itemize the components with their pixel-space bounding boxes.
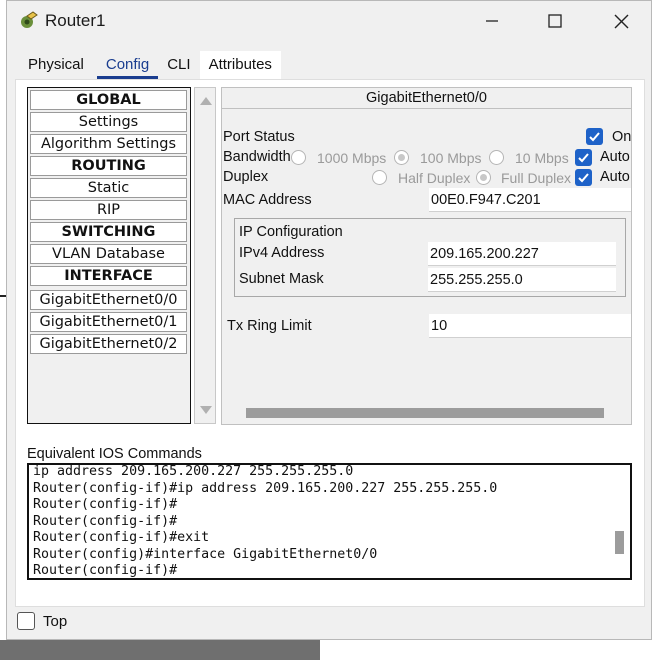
bandwidth-1000-label: 1000 Mbps bbox=[317, 150, 387, 166]
bandwidth-1000-radio[interactable] bbox=[291, 150, 306, 165]
router-window: Router1 Physical Config CLI Attributes G… bbox=[6, 0, 652, 640]
config-sidebar: GLOBAL Settings Algorithm Settings ROUTI… bbox=[27, 87, 191, 424]
ip-configuration-label: IP Configuration bbox=[239, 224, 343, 240]
tab-attributes[interactable]: Attributes bbox=[199, 51, 281, 79]
nav-item-gigabitethernet0-2[interactable]: GigabitEthernet0/2 bbox=[30, 334, 187, 354]
nav-item-gigabitethernet0-1[interactable]: GigabitEthernet0/1 bbox=[30, 312, 187, 332]
bandwidth-100-radio[interactable] bbox=[394, 150, 409, 165]
ipv4-address-label: IPv4 Address bbox=[239, 245, 325, 261]
checkmark-icon bbox=[578, 153, 589, 163]
interface-title: GigabitEthernet0/0 bbox=[222, 88, 631, 109]
bandwidth-100-label: 100 Mbps bbox=[420, 150, 482, 166]
full-duplex-radio[interactable] bbox=[476, 170, 491, 185]
scroll-up-icon[interactable] bbox=[200, 97, 212, 105]
window-title: Router1 bbox=[45, 11, 106, 30]
minimize-icon bbox=[486, 20, 498, 22]
nav-item-settings[interactable]: Settings bbox=[30, 112, 187, 132]
sidebar-scrollbar[interactable] bbox=[194, 87, 216, 424]
bandwidth-auto-label: Auto bbox=[600, 149, 630, 165]
horizontal-scrollbar-thumb[interactable] bbox=[246, 408, 604, 418]
bandwidth-label: Bandwidth bbox=[223, 149, 291, 165]
checkmark-icon bbox=[589, 132, 600, 142]
top-checkbox[interactable] bbox=[17, 612, 35, 630]
ios-commands-label: Equivalent IOS Commands bbox=[27, 446, 202, 462]
nav-header-switching: SWITCHING bbox=[30, 222, 187, 242]
half-duplex-label: Half Duplex bbox=[398, 170, 471, 186]
console-line: ip address 209.165.200.227 255.255.255.0 bbox=[33, 464, 354, 479]
console-scrollbar-thumb[interactable] bbox=[615, 531, 624, 554]
port-status-checkbox[interactable] bbox=[586, 128, 603, 145]
router-app-icon bbox=[21, 11, 38, 28]
maximize-icon bbox=[548, 14, 562, 28]
tab-physical[interactable]: Physical bbox=[19, 51, 93, 79]
ios-commands-console[interactable]: ip address 209.165.200.227 255.255.255.0… bbox=[27, 463, 632, 580]
console-line: Router(config-if)# bbox=[33, 563, 178, 578]
interface-settings: GigabitEthernet0/0 Port Status On Bandwi… bbox=[221, 87, 632, 425]
nav-item-rip[interactable]: RIP bbox=[30, 200, 187, 220]
console-line: Router(config-if)# bbox=[33, 514, 178, 529]
nav-item-static[interactable]: Static bbox=[30, 178, 187, 198]
scroll-down-icon[interactable] bbox=[200, 406, 212, 414]
background-taskbar-strip bbox=[0, 640, 320, 660]
bandwidth-10-radio[interactable] bbox=[489, 150, 504, 165]
console-line: Router(config)#interface GigabitEthernet… bbox=[33, 547, 378, 562]
close-icon bbox=[614, 14, 628, 28]
ip-configuration-group: IP Configuration IPv4 Address 209.165.20… bbox=[234, 218, 626, 297]
title-bar[interactable]: Router1 bbox=[7, 1, 651, 41]
duplex-auto-checkbox[interactable] bbox=[575, 169, 592, 186]
maximize-button[interactable] bbox=[535, 7, 575, 35]
duplex-auto-label: Auto bbox=[600, 169, 630, 185]
console-line: Router(config-if)#ip address 209.165.200… bbox=[33, 481, 498, 496]
console-line: Router(config-if)#exit bbox=[33, 530, 210, 545]
tab-bar: Physical Config CLI Attributes bbox=[19, 51, 281, 79]
nav-item-gigabitethernet0-0[interactable]: GigabitEthernet0/0 bbox=[30, 290, 187, 310]
bandwidth-10-label: 10 Mbps bbox=[515, 150, 569, 166]
port-on-label: On bbox=[612, 129, 632, 145]
half-duplex-radio[interactable] bbox=[372, 170, 387, 185]
mac-address-field[interactable]: 00E0.F947.C201 bbox=[429, 188, 631, 212]
port-status-label: Port Status bbox=[223, 129, 295, 145]
checkmark-icon bbox=[578, 173, 589, 183]
nav-header-interface: INTERFACE bbox=[30, 266, 187, 286]
duplex-label: Duplex bbox=[223, 169, 269, 185]
nav-item-vlan-database[interactable]: VLAN Database bbox=[30, 244, 187, 264]
nav-header-global: GLOBAL bbox=[30, 90, 187, 110]
tab-config[interactable]: Config bbox=[96, 51, 159, 79]
close-button[interactable] bbox=[601, 7, 641, 35]
tx-ring-limit-field[interactable]: 10 bbox=[429, 314, 631, 338]
nav-header-routing: ROUTING bbox=[30, 156, 187, 176]
subnet-mask-field[interactable]: 255.255.255.0 bbox=[428, 268, 616, 292]
minimize-button[interactable] bbox=[472, 7, 512, 35]
ipv4-address-field[interactable]: 209.165.200.227 bbox=[428, 242, 616, 266]
console-line: Router(config-if)# bbox=[33, 497, 178, 512]
tab-cli[interactable]: CLI bbox=[158, 51, 199, 79]
subnet-mask-label: Subnet Mask bbox=[239, 271, 324, 287]
bandwidth-auto-checkbox[interactable] bbox=[575, 149, 592, 166]
top-label: Top bbox=[43, 613, 68, 630]
full-duplex-label: Full Duplex bbox=[501, 170, 572, 186]
nav-item-algorithm-settings[interactable]: Algorithm Settings bbox=[30, 134, 187, 154]
mac-address-label: MAC Address bbox=[223, 192, 312, 208]
tx-ring-limit-label: Tx Ring Limit bbox=[227, 318, 312, 334]
